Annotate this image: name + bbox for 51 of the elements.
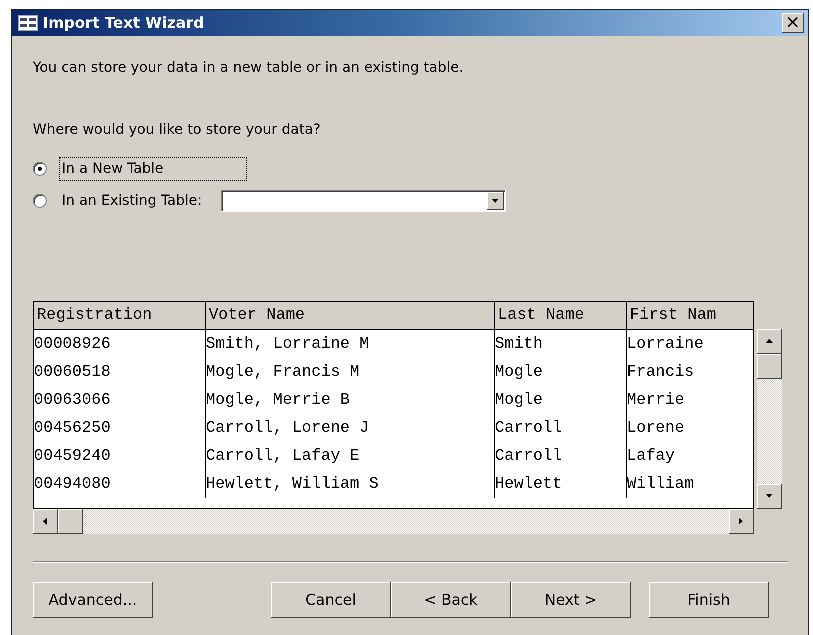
close-button[interactable]: × <box>782 13 804 33</box>
radio-button[interactable] <box>33 194 47 208</box>
table-cell: 00008926 <box>34 330 206 358</box>
column-header: Registration <box>34 302 206 329</box>
table-cell: Hewlett, William S <box>206 470 495 498</box>
table-cell: Carroll <box>495 414 627 442</box>
table-cell: Mogle <box>495 358 627 386</box>
table-cell: Carroll, Lafay E <box>206 442 495 470</box>
question-text: Where would you like to store your data? <box>33 121 322 138</box>
table-cell: Smith, Lorraine M <box>206 330 495 358</box>
wizard-button[interactable]: Next > <box>511 582 631 618</box>
table-icon <box>18 15 38 31</box>
column-header: First Nam <box>629 305 718 326</box>
table-cell: Carroll, Lorene J <box>206 414 495 442</box>
vertical-scrollbar[interactable] <box>757 329 782 509</box>
table-cell-text: Lafay <box>627 446 676 467</box>
table-cell: Carroll <box>495 442 627 470</box>
intro-text: You can store your data in a new table or in an existing table. <box>33 59 465 76</box>
table-cell-text: Francis <box>627 362 696 383</box>
wizard-button[interactable]: Cancel <box>271 582 391 618</box>
table-dropdown[interactable] <box>221 190 506 212</box>
table-cell: 00456250 <box>34 414 206 442</box>
column-header: Voter Name <box>206 302 495 329</box>
wizard-button[interactable]: < Back <box>391 582 511 618</box>
radio-label[interactable]: In a New Table <box>59 157 247 181</box>
wizard-button[interactable]: Advanced... <box>33 582 153 618</box>
table-cell: Mogle, Merrie B <box>206 386 495 414</box>
scroll-down-icon[interactable] <box>757 484 782 509</box>
scroll-right-icon[interactable] <box>729 509 754 534</box>
table-cell-text: William <box>627 474 696 495</box>
table-cell: 00063066 <box>34 386 206 414</box>
table-cell: Smith <box>495 330 627 358</box>
radio-button[interactable] <box>33 162 47 176</box>
horizontal-scrollbar[interactable] <box>33 509 754 534</box>
scroll-left-icon[interactable] <box>33 509 58 534</box>
scroll-thumb[interactable] <box>757 354 782 379</box>
column-header: Last Name <box>495 302 627 329</box>
table-cell-text: Lorraine <box>627 334 705 355</box>
table-cell: Hewlett <box>495 470 627 498</box>
table-cell: Mogle <box>495 386 627 414</box>
radio-label[interactable]: In an Existing Table: <box>59 189 212 213</box>
table-cell-text: Merrie <box>627 390 686 411</box>
table-cell: 00459240 <box>34 442 206 470</box>
table-cell: 00060518 <box>34 358 206 386</box>
wizard-button[interactable]: Finish <box>649 582 769 618</box>
table-cell-text: Lorene <box>627 418 686 439</box>
scroll-up-icon[interactable] <box>757 329 782 354</box>
table-cell: 00494080 <box>34 470 206 498</box>
scroll-thumb[interactable] <box>58 509 83 534</box>
table-cell: Mogle, Francis M <box>206 358 495 386</box>
window-title: Import Text Wizard <box>43 14 206 32</box>
